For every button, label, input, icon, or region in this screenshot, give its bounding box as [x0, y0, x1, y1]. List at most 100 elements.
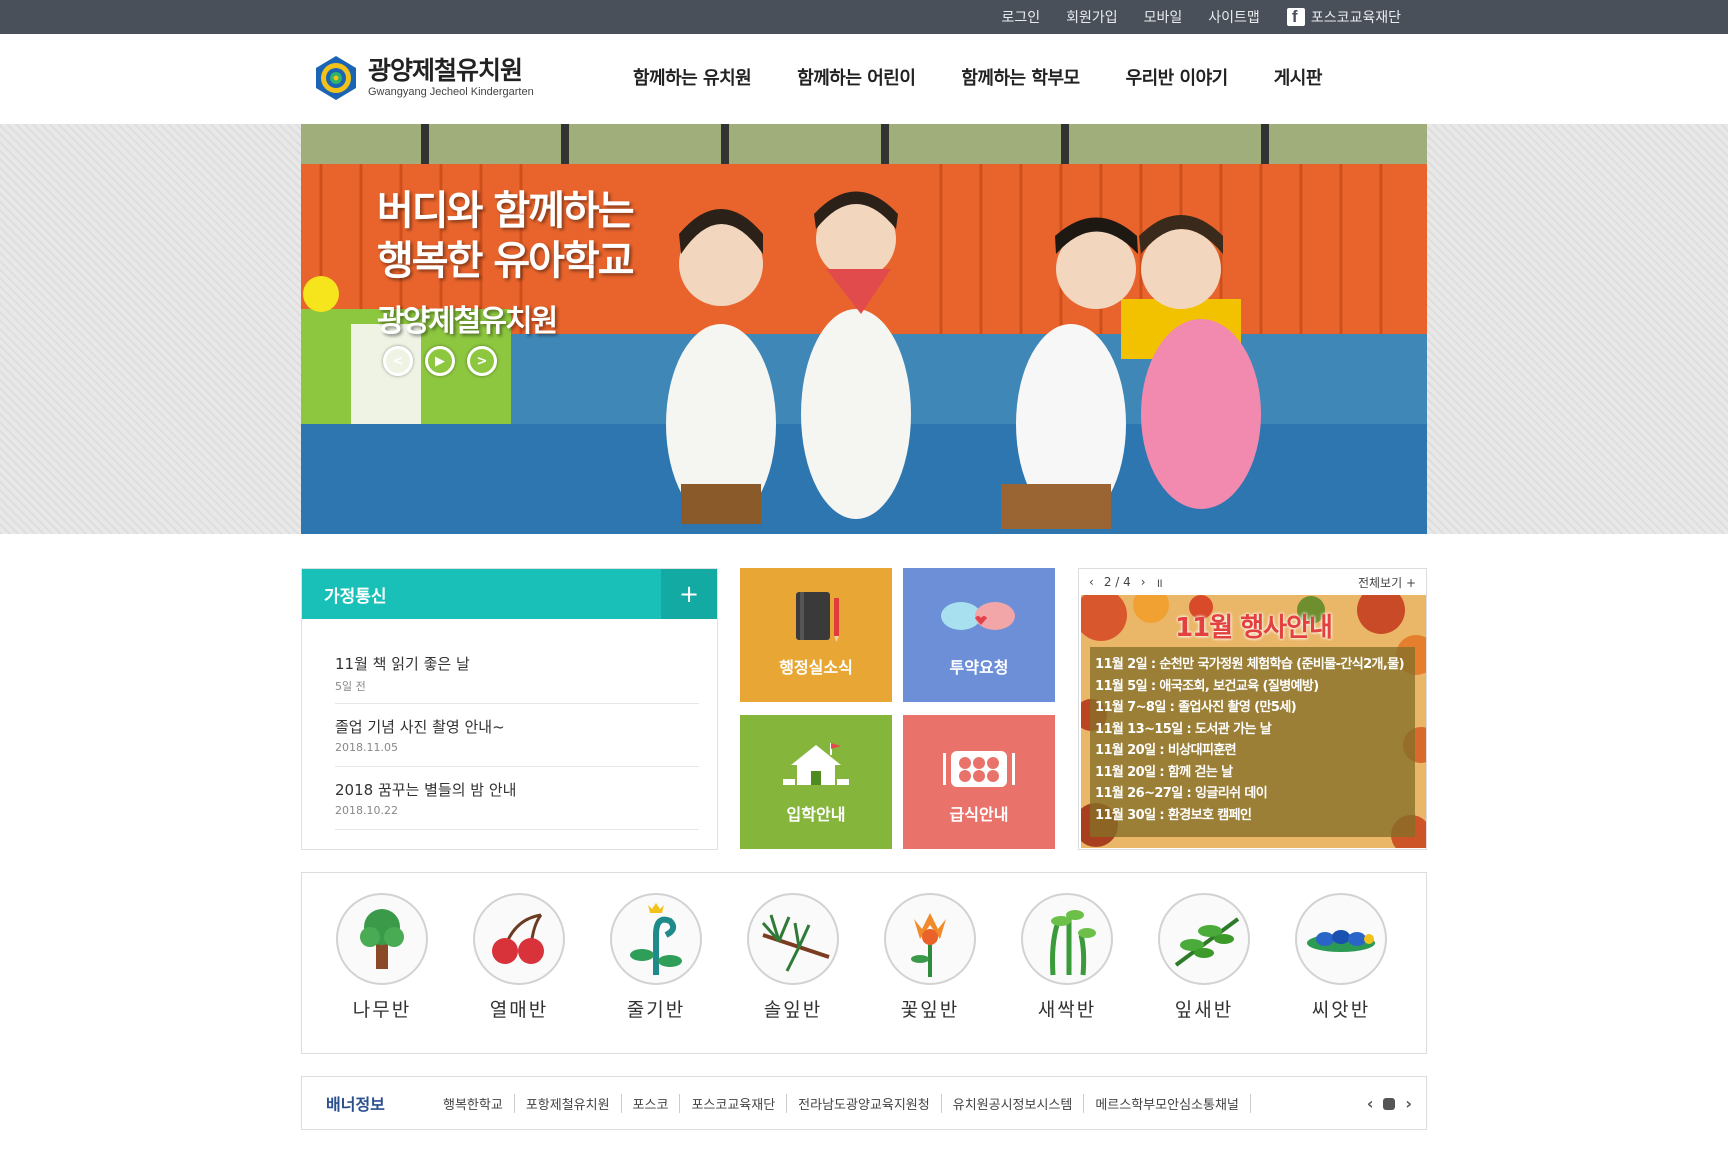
- hero-slider: 버디와 함께하는 행복한 유아학교 광양제철유치원 < ▶ >: [301, 124, 1427, 534]
- stop-icon[interactable]: [1383, 1097, 1396, 1110]
- nav-children[interactable]: 함께하는 어린이: [774, 64, 938, 90]
- stem-icon: [610, 893, 702, 985]
- class-pine[interactable]: 솔잎반: [743, 893, 843, 1022]
- notice-title: 가정통신: [324, 586, 387, 607]
- event-prev-button[interactable]: ‹: [1089, 575, 1094, 589]
- class-name: 나무반: [352, 999, 412, 1021]
- notice-item-date: 5일 전: [335, 680, 366, 693]
- class-name: 잎새반: [1174, 999, 1234, 1021]
- banner-link[interactable]: 포스코: [622, 1093, 681, 1113]
- leaf-icon: [1158, 893, 1250, 985]
- nav-class-stories[interactable]: 우리반 이야기: [1103, 64, 1251, 90]
- chevron-left-icon: <: [392, 353, 404, 369]
- sprout-icon: [1021, 893, 1113, 985]
- list-item: 11월 20일 : 비상대피훈련: [1095, 743, 1237, 758]
- event-pause-button[interactable]: ॥: [1156, 574, 1163, 591]
- admin-news-label: 행정실소식: [779, 658, 853, 677]
- hero-line-3: 광양제철유치원: [377, 304, 558, 339]
- hero-prev-button[interactable]: <: [383, 346, 413, 376]
- foundation-link[interactable]: 포스코교육재단: [1273, 7, 1414, 27]
- class-seed[interactable]: 씨앗반: [1291, 893, 1391, 1022]
- class-name: 새싹반: [1037, 999, 1097, 1021]
- class-stem[interactable]: 줄기반: [606, 893, 706, 1022]
- list-item[interactable]: 졸업 기념 사진 촬영 안내~ 2018.11.05: [335, 704, 699, 767]
- nav-parents[interactable]: 함께하는 학부모: [938, 64, 1102, 90]
- banner-title: 배너정보: [326, 1095, 385, 1114]
- event-next-button[interactable]: ›: [1141, 575, 1146, 589]
- hero-line-2: 행복한 유아학교: [377, 238, 635, 284]
- facebook-icon: [1286, 7, 1305, 27]
- banner-link[interactable]: 포스코교육재단: [680, 1093, 788, 1113]
- banner-next-button[interactable]: ›: [1405, 1094, 1412, 1113]
- event-pager: ‹ 2 / 4 › ॥: [1089, 574, 1163, 591]
- tree-icon: [336, 893, 428, 985]
- mobile-link[interactable]: 모바일: [1131, 7, 1196, 27]
- banner-link[interactable]: 메르스학부모안심소통채널: [1084, 1093, 1251, 1113]
- list-item[interactable]: 11월 책 읽기 좋은 날 5일 전: [335, 641, 699, 704]
- sitemap-link[interactable]: 사이트맵: [1195, 7, 1273, 27]
- nav-board[interactable]: 게시판: [1251, 64, 1345, 90]
- class-name: 줄기반: [626, 999, 686, 1021]
- banner-bar: 배너정보 행복한학교 포항제철유치원 포스코 포스코교육재단 전라남도광양교육지…: [301, 1076, 1427, 1130]
- class-petal[interactable]: 꽃잎반: [880, 893, 980, 1022]
- meal-info-label: 급식안내: [949, 805, 1009, 824]
- class-links: 나무반 열매반 줄기반 솔잎반 꽃잎반 새싹반 잎새반 씨앗반: [301, 872, 1427, 1054]
- nav-kindergarten[interactable]: 함께하는 유치원: [610, 64, 774, 90]
- logo-text: 광양제철유치원 Gwangyang Jecheol Kindergarten: [368, 57, 534, 99]
- medicine-request-label: 투약요청: [949, 658, 1009, 677]
- hero-caption: 버디와 함께하는 행복한 유아학교 광양제철유치원: [377, 186, 635, 340]
- class-sprout[interactable]: 새싹반: [1017, 893, 1117, 1022]
- top-utility-bar: 로그인 회원가입 모바일 사이트맵 포스코교육재단: [0, 0, 1728, 34]
- banner-controls: ‹ ›: [1367, 1094, 1412, 1113]
- meal-info-tile[interactable]: 급식안내: [903, 715, 1055, 849]
- list-item: 11월 13~15일 : 도서관 가는 날: [1095, 721, 1272, 737]
- admin-news-tile[interactable]: 행정실소식: [740, 568, 892, 702]
- banner-link[interactable]: 유치원공시정보시스템: [942, 1093, 1085, 1113]
- logo-english: Gwangyang Jecheol Kindergarten: [368, 86, 534, 98]
- notice-list: 11월 책 읽기 좋은 날 5일 전 졸업 기념 사진 촬영 안내~ 2018.…: [302, 619, 717, 830]
- class-name: 열매반: [489, 999, 549, 1021]
- foundation-label: 포스코교육재단: [1310, 10, 1401, 26]
- play-icon: ▶: [435, 353, 445, 369]
- cherry-icon: [473, 893, 565, 985]
- list-item: 11월 26~27일 : 잉글리쉬 데이: [1095, 786, 1268, 801]
- event-controls: ‹ 2 / 4 › ॥ 전체보기 +: [1079, 569, 1426, 595]
- event-image[interactable]: 11월 행사안내 11월 2일 : 순천만 국가정원 체험학습 (준비물-간식2…: [1081, 595, 1426, 848]
- banner-list: 행복한학교 포항제철유치원 포스코 포스코교육재단 전라남도광양교육지원청 유치…: [432, 1093, 1251, 1113]
- site-header: 광양제철유치원 Gwangyang Jecheol Kindergarten 함…: [0, 34, 1728, 124]
- class-leaf[interactable]: 잎새반: [1154, 893, 1254, 1022]
- main-navigation: 함께하는 유치원 함께하는 어린이 함께하는 학부모 우리반 이야기 게시판: [610, 64, 1345, 90]
- list-item: 11월 30일 : 환경보호 캠페인: [1095, 807, 1252, 823]
- seed-icon: [1295, 893, 1387, 985]
- notice-header: 가정통신 +: [302, 569, 717, 619]
- home-notice-panel: 가정통신 + 11월 책 읽기 좋은 날 5일 전 졸업 기념 사진 촬영 안내…: [301, 568, 718, 850]
- banner-prev-button[interactable]: ‹: [1367, 1094, 1374, 1113]
- admission-tile[interactable]: 입학안내: [740, 715, 892, 849]
- notice-more-button[interactable]: +: [661, 569, 717, 619]
- notice-item-title: 11월 책 읽기 좋은 날: [335, 655, 470, 673]
- pill-icon: [941, 602, 1015, 630]
- class-fruit[interactable]: 열매반: [469, 893, 569, 1022]
- login-link[interactable]: 로그인: [988, 7, 1053, 27]
- site-logo[interactable]: 광양제철유치원 Gwangyang Jecheol Kindergarten: [312, 54, 534, 102]
- signup-link[interactable]: 회원가입: [1053, 7, 1131, 27]
- meal-tray-icon: [943, 751, 1015, 787]
- hero-next-button[interactable]: >: [467, 346, 497, 376]
- class-name: 씨앗반: [1311, 999, 1371, 1021]
- notice-item-date: 2018.11.05: [335, 741, 398, 754]
- hero-play-button[interactable]: ▶: [425, 346, 455, 376]
- list-item: 11월 7~8일 : 졸업사진 촬영 (만5세): [1095, 700, 1297, 715]
- class-name: 꽃잎반: [900, 999, 960, 1021]
- list-item: 11월 20일 : 함께 걷는 날: [1095, 764, 1233, 780]
- event-title: 11월 행사안내: [1175, 613, 1333, 643]
- hero-controls: < ▶ >: [383, 346, 497, 376]
- event-popup-zone: ‹ 2 / 4 › ॥ 전체보기 + 11월 행사안내 11월 2일 : 순천만…: [1078, 568, 1427, 850]
- event-view-all-link[interactable]: 전체보기 +: [1358, 574, 1416, 591]
- list-item[interactable]: 2018 꿈꾸는 별들의 밤 안내 2018.10.22: [335, 767, 699, 830]
- class-tree[interactable]: 나무반: [332, 893, 432, 1022]
- banner-link[interactable]: 행복한학교: [432, 1093, 515, 1113]
- medicine-request-tile[interactable]: 투약요청: [903, 568, 1055, 702]
- hero-line-1: 버디와 함께하는: [377, 188, 635, 234]
- banner-link[interactable]: 포항제철유치원: [515, 1093, 622, 1113]
- banner-link[interactable]: 전라남도광양교육지원청: [787, 1093, 942, 1113]
